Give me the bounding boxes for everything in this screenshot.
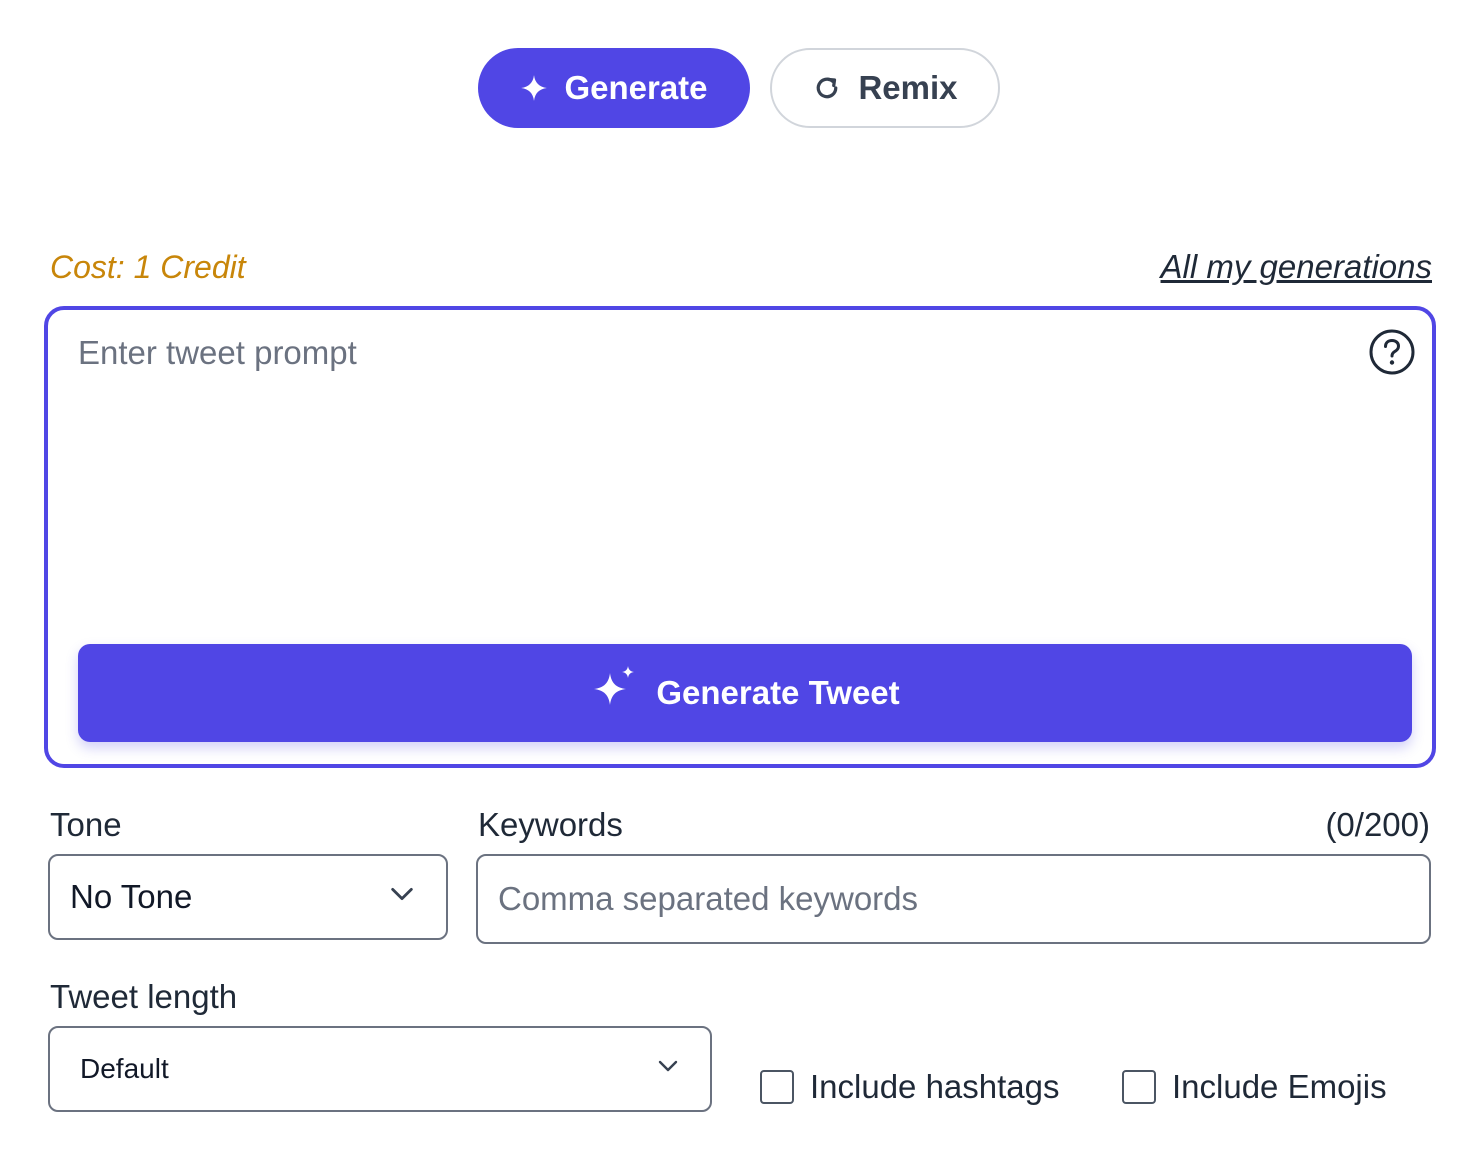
all-generations-link[interactable]: All my generations (1161, 248, 1432, 286)
remix-mode-button[interactable]: Remix (770, 48, 1000, 128)
include-hashtags-checkbox[interactable] (760, 1070, 794, 1104)
refresh-icon (812, 73, 842, 103)
generate-mode-button[interactable]: Generate (478, 48, 750, 128)
tweet-length-select-value: Default (80, 1053, 169, 1084)
sparkle-icon (520, 74, 548, 102)
include-emojis-label: Include Emojis (1172, 1068, 1387, 1105)
tweet-prompt-textarea[interactable] (78, 330, 1348, 620)
chevron-down-icon (388, 878, 416, 916)
tone-select-value: No Tone (70, 878, 193, 915)
cost-label: Cost: 1 Credit (50, 248, 246, 285)
remix-mode-label: Remix (858, 69, 958, 106)
generate-mode-label: Generate (564, 69, 708, 106)
include-hashtags-label: Include hashtags (810, 1068, 1060, 1105)
question-circle-icon[interactable] (1368, 328, 1416, 376)
sparkles-icon (590, 665, 638, 721)
tone-select[interactable]: No Tone (48, 854, 448, 940)
chevron-down-icon (656, 1053, 680, 1085)
include-emojis-option[interactable]: Include Emojis (1122, 1068, 1387, 1106)
mode-switcher: Generate Remix (0, 48, 1478, 128)
keywords-input[interactable] (476, 854, 1431, 944)
meta-row: Cost: 1 Credit All my generations (50, 248, 1432, 286)
generate-tweet-label: Generate Tweet (656, 674, 900, 711)
include-emojis-checkbox[interactable] (1122, 1070, 1156, 1104)
tone-label: Tone (50, 806, 122, 843)
keywords-counter: (0/200) (1325, 806, 1430, 843)
keywords-label: Keywords (478, 806, 623, 843)
tweet-length-select[interactable]: Default (48, 1026, 712, 1112)
tweet-length-label: Tweet length (50, 978, 238, 1015)
include-hashtags-option[interactable]: Include hashtags (760, 1068, 1060, 1106)
prompt-card: Generate Tweet (44, 306, 1436, 768)
generate-tweet-button[interactable]: Generate Tweet (78, 644, 1412, 742)
